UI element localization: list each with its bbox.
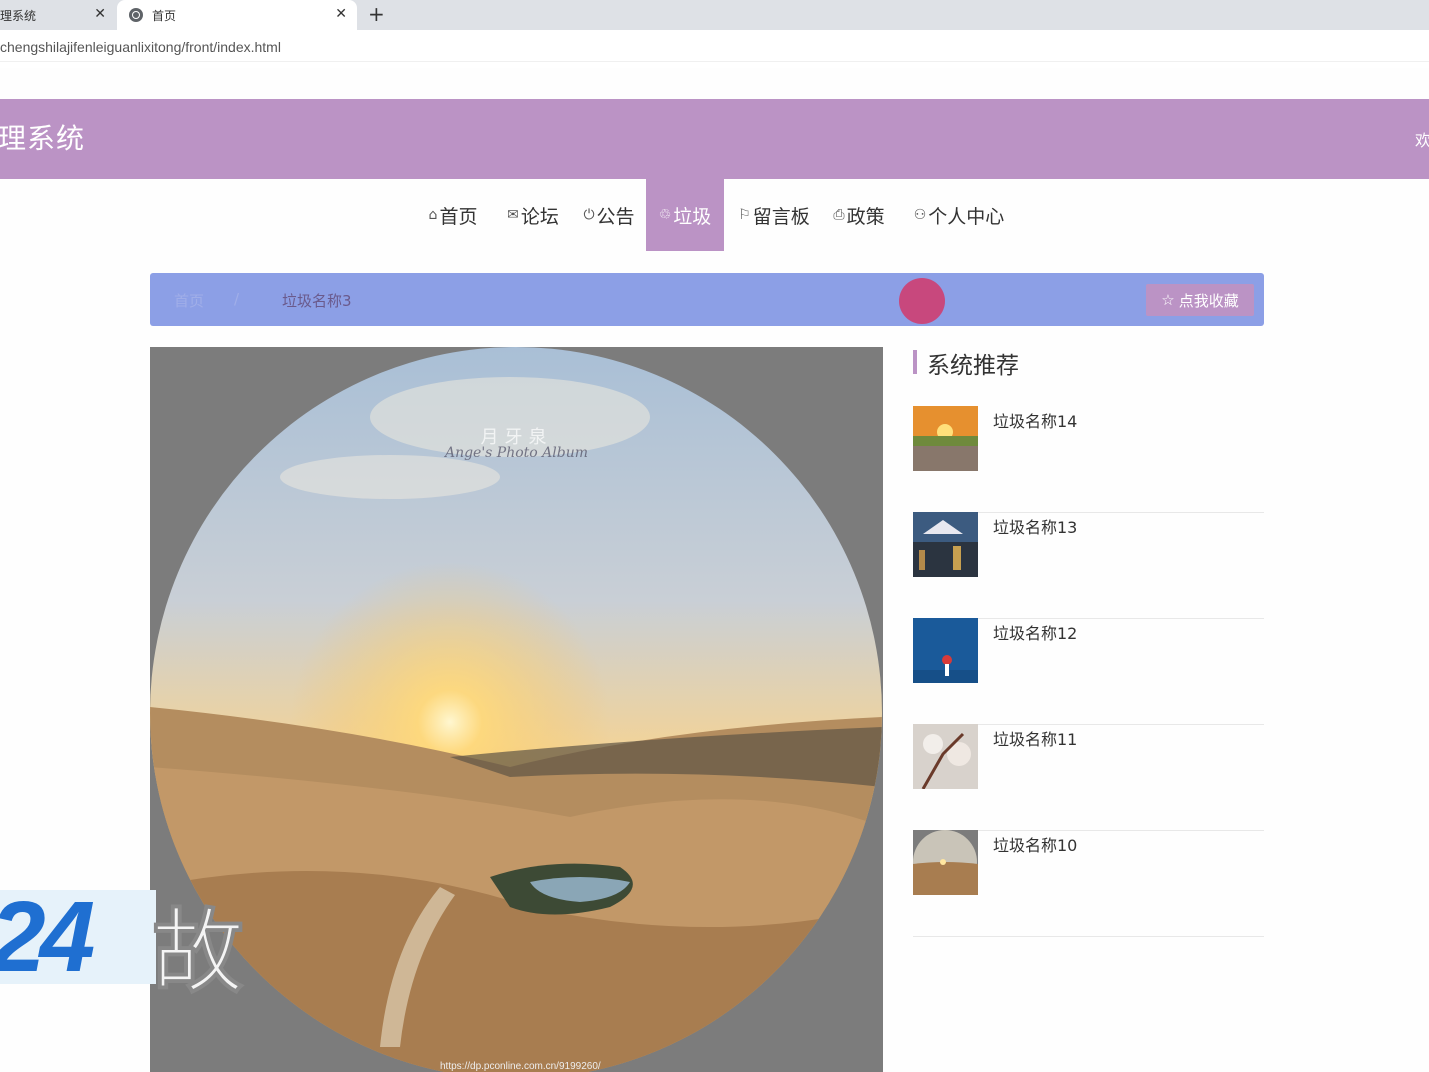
favorite-label: 点我收藏	[1178, 292, 1239, 310]
overlay-number: 24	[0, 890, 95, 984]
home-icon: ⌂	[428, 207, 438, 223]
browser-tab[interactable]: 理系统 ✕	[0, 0, 116, 30]
new-tab-button[interactable]: +	[368, 2, 385, 26]
nav-label: 首页	[439, 205, 478, 228]
user-icon: ⚇	[913, 207, 927, 223]
recommend-name[interactable]: 垃圾名称14	[993, 408, 1077, 432]
favorite-button[interactable]: ☆ 点我收藏	[1146, 284, 1254, 316]
mail-icon: ✉	[507, 207, 519, 223]
recommend-name[interactable]: 垃圾名称12	[993, 620, 1077, 644]
overlay-character: 故	[151, 899, 245, 1007]
nav-item-notice[interactable]: ⏻ 公告	[576, 179, 642, 251]
print-icon: ⎙	[833, 207, 845, 223]
main-image: 月牙泉 Ange's Photo Album https://dp.pconli…	[150, 347, 883, 1072]
nav-item-profile[interactable]: ⚇ 个人中心	[906, 179, 1012, 251]
nav-label: 公告	[596, 205, 635, 228]
recommend-item[interactable]: 垃圾名称14	[913, 406, 1264, 513]
flag-icon: ⚐	[738, 207, 751, 223]
sidebar-title: 系统推荐	[927, 353, 1019, 379]
browser-tab-active[interactable]: 首页 ✕	[117, 0, 357, 30]
recommend-item[interactable]: 垃圾名称11	[913, 724, 1264, 831]
image-source-url: https://dp.pconline.com.cn/9199260/	[440, 1061, 601, 1072]
nav-label: 论坛	[520, 205, 559, 228]
address-bar[interactable]: chengshilajifenleiguanlixitong/front/ind…	[0, 30, 1429, 68]
tab-title: 首页	[152, 8, 177, 23]
cursor-highlight	[899, 278, 945, 324]
nav-item-garbage[interactable]: ♲ 垃圾	[646, 179, 724, 251]
nav-item-policy[interactable]: ⎙ 政策	[826, 179, 892, 251]
nav-item-forum[interactable]: ✉ 论坛	[500, 179, 566, 251]
recommend-name[interactable]: 垃圾名称11	[993, 726, 1077, 750]
close-icon[interactable]: ✕	[335, 6, 347, 22]
close-icon[interactable]: ✕	[94, 6, 106, 22]
recommend-item[interactable]: 垃圾名称10	[913, 830, 1264, 937]
recommend-thumbnail[interactable]	[913, 618, 978, 683]
recommend-thumbnail[interactable]	[913, 512, 978, 577]
nav-label: 垃圾	[673, 205, 712, 228]
divider	[0, 61, 1429, 62]
breadcrumb-separator: /	[234, 290, 240, 308]
nav-item-messages[interactable]: ⚐ 留言板	[732, 179, 816, 251]
power-icon: ⏻	[583, 207, 595, 223]
section-accent	[913, 350, 917, 374]
browser-tab-bar: 理系统 ✕ 首页 ✕ +	[0, 0, 1429, 30]
recommend-thumbnail[interactable]	[913, 830, 978, 895]
recommend-thumbnail[interactable]	[913, 406, 978, 471]
site-title: 理系统	[0, 122, 86, 155]
star-icon: ☆	[1161, 292, 1175, 309]
globe-icon	[129, 8, 143, 22]
breadcrumb-home[interactable]: 首页	[174, 290, 204, 311]
nav-item-home[interactable]: ⌂ 首页	[420, 179, 486, 251]
breadcrumb: 首页 / 垃圾名称3 ☆ 点我收藏	[150, 273, 1264, 326]
recommend-item[interactable]: 垃圾名称12	[913, 618, 1264, 725]
url-text[interactable]: chengshilajifenleiguanlixitong/front/ind…	[0, 39, 281, 55]
recycle-icon: ♲	[658, 207, 672, 223]
overlay-logo: 24	[0, 890, 156, 984]
site-header: 理系统 欢	[0, 99, 1429, 179]
recommend-name[interactable]: 垃圾名称10	[993, 832, 1077, 856]
recommend-thumbnail[interactable]	[913, 724, 978, 789]
recommend-item[interactable]: 垃圾名称13	[913, 512, 1264, 619]
watermark-subtitle: Ange's Photo Album	[444, 445, 589, 461]
breadcrumb-current: 垃圾名称3	[282, 292, 352, 310]
nav-label: 个人中心	[928, 205, 1005, 228]
nav-label: 政策	[846, 205, 885, 228]
welcome-text: 欢	[1414, 131, 1429, 150]
recommend-name[interactable]: 垃圾名称13	[993, 514, 1077, 538]
tab-title: 理系统	[0, 8, 37, 23]
main-nav: ⌂ 首页 ✉ 论坛 ⏻ 公告 ♲ 垃圾 ⚐ 留言板 ⎙ 政策 ⚇ 个人中心	[0, 179, 1429, 251]
nav-label: 留言板	[752, 205, 810, 228]
